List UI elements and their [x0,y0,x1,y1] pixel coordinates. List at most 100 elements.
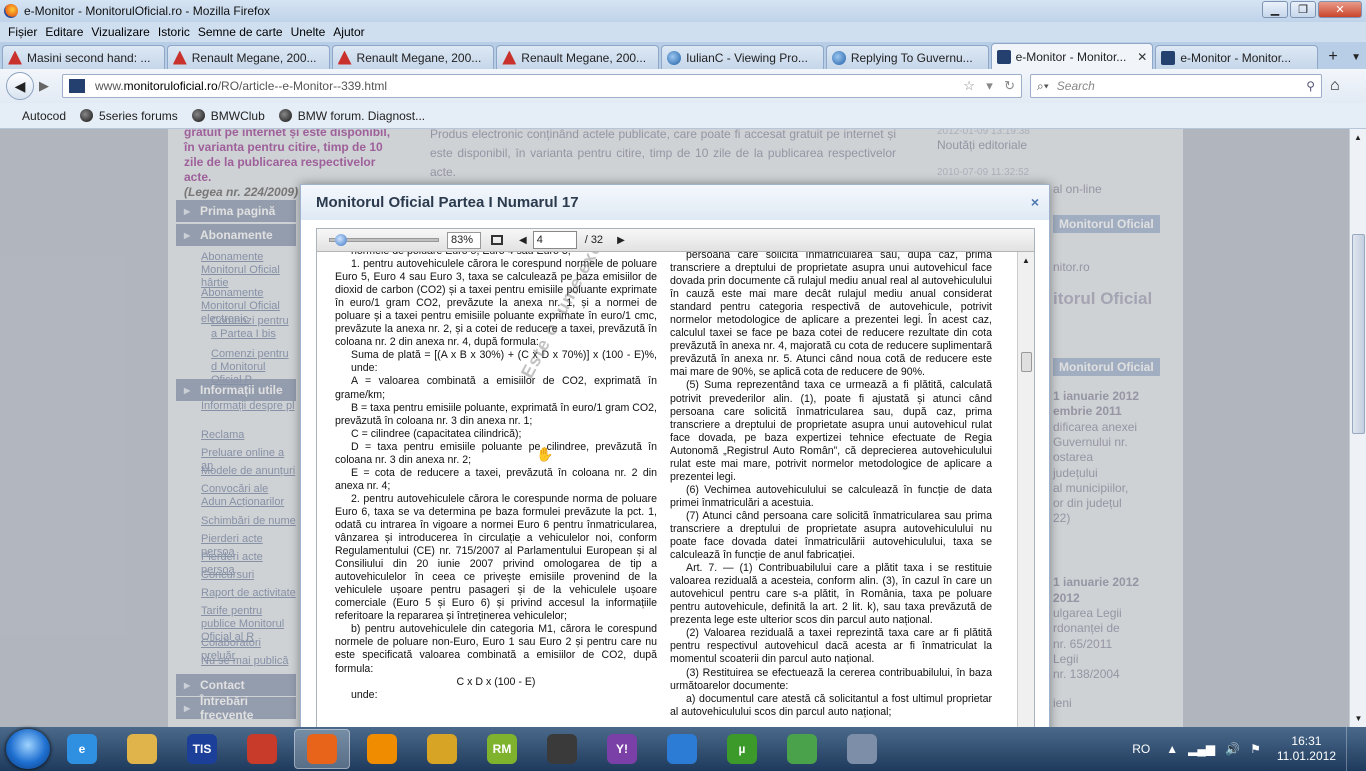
new-tab-button[interactable]: + [1320,45,1346,69]
taskbar-utorrent[interactable]: µ [714,729,770,769]
search-engine-icon[interactable]: ⌕▾ [1037,79,1049,94]
tab-label: Renault Megane, 200... [521,50,647,65]
language-indicator[interactable]: RO [1132,742,1150,756]
close-window-button[interactable]: ✕ [1318,1,1362,18]
taskbar-app-blue[interactable] [654,729,710,769]
dropdown-icon[interactable]: ▾ [986,78,993,93]
show-hidden-icons-icon[interactable]: ▲ [1166,742,1178,756]
menu-view[interactable]: Vizualizare [87,25,153,39]
clock[interactable]: 16:31 11.01.2012 [1277,734,1336,764]
next-page-icon[interactable]: ▶ [617,235,625,246]
tab-label: Replying To Guvernu... [850,50,973,65]
close-icon[interactable]: × [1031,194,1039,210]
volume-icon[interactable]: 🔊 [1225,742,1240,756]
arrow-right-icon: ▶ [39,78,49,93]
taskbar-file-explorer[interactable] [114,729,170,769]
page-count: / 32 [584,234,604,246]
bookmark-bmw-forum[interactable]: BMW forum. Diagnost... [278,109,425,123]
reload-icon[interactable]: ↻ [1004,78,1015,93]
tab-favicon-icon [667,50,682,65]
hand-cursor-icon: ✋ [536,446,554,462]
page-scrollbar[interactable]: ▲ ▼ [1349,129,1366,727]
taskbar-firefox[interactable] [294,729,350,769]
internet-explorer-icon: e [67,734,97,764]
taskbar-app-dark[interactable] [534,729,590,769]
previous-page-icon[interactable]: ◀ [519,235,527,246]
back-button[interactable]: ◀ [6,72,34,100]
home-icon[interactable]: ⌂ [1330,77,1340,95]
pdf-scroll-thumb[interactable] [1021,352,1032,372]
menu-bookmarks[interactable]: Semne de carte [194,25,287,39]
taskbar-tis[interactable]: TIS [174,729,230,769]
tab-3[interactable]: Renault Megane, 200... [496,45,660,69]
app-blue-icon [667,734,697,764]
pdf-paragraph: unde: [351,688,378,701]
bookmark-5series[interactable]: 5series forums [80,109,178,123]
scroll-down-icon[interactable]: ▼ [1350,710,1366,727]
calculator-icon [847,734,877,764]
tab-7[interactable]: e-Monitor - Monitor... [1155,45,1319,69]
tab-list-button[interactable]: ▼ [1346,45,1366,69]
tab-2[interactable]: Renault Megane, 200... [331,45,495,69]
restore-button[interactable]: ❐ [1290,1,1316,18]
search-icon[interactable]: ⚲ [1306,79,1315,93]
page-number-input[interactable]: 4 [532,231,577,249]
forward-button[interactable]: ▶ [34,78,54,94]
search-placeholder: Search [1056,79,1095,93]
pdf-scrollbar[interactable]: ▲ [1017,252,1034,748]
app-dark-icon [547,734,577,764]
search-box[interactable]: ⌕▾ Search ⚲ [1030,74,1322,98]
site-favicon-icon [69,79,85,93]
window-title: e-Monitor - MonitorulOficial.ro - Mozill… [24,4,271,18]
zoom-level[interactable]: 83% [447,231,481,249]
menu-tools[interactable]: Unelte [287,25,330,39]
taskbar-calculator[interactable] [834,729,890,769]
url-text[interactable]: www.monitoruloficial.ro/RO/article--e-Mo… [95,79,955,93]
pdf-paragraph: (3) Restituirea se efectuează la cererea… [670,666,992,692]
network-icon[interactable]: ▂▄▆ [1188,742,1215,756]
pdf-paragraph: C = cilindree (capacitatea cilindrică); [351,427,522,440]
bookmark-favicon-icon [278,109,292,122]
tab-1[interactable]: Renault Megane, 200... [166,45,330,69]
bookmark-star-icon[interactable]: ☆ [963,78,975,93]
flag-icon[interactable]: ⚑ [1250,742,1261,756]
scroll-up-icon[interactable]: ▲ [1018,252,1034,268]
pdf-paragraph: 2. pentru autovehiculele cărora le cores… [335,492,657,623]
pdf-paragraph: 1. pentru autovehiculele cărora le cores… [335,258,657,349]
taskbar-app-pen[interactable] [414,729,470,769]
pdf-paragraph: b) pentru autovehiculele din categoria M… [335,623,657,675]
taskbar-app-red[interactable] [234,729,290,769]
minimize-button[interactable]: ▁ [1262,1,1288,18]
tab-5[interactable]: Replying To Guvernu... [825,45,989,69]
close-tab-icon[interactable]: ✕ [1137,50,1147,64]
menu-history[interactable]: Istoric [154,25,194,39]
bookmark-autocod[interactable]: Autocod [22,109,66,123]
menu-help[interactable]: Ajutor [329,25,368,39]
menu-file[interactable]: Fișier [4,25,41,39]
page-scroll-thumb[interactable] [1352,234,1365,434]
start-button[interactable] [6,729,50,769]
tab-6[interactable]: e-Monitor - Monitor... ✕ [990,43,1154,69]
zoom-slider[interactable] [329,234,439,246]
tab-4[interactable]: IulianC - Viewing Pro... [661,45,824,69]
taskbar-rm[interactable]: RM [474,729,530,769]
fullscreen-icon[interactable] [491,235,503,245]
taskbar-yahoo-messenger[interactable]: Y! [594,729,650,769]
zoom-slider-handle[interactable] [334,234,347,246]
bookmark-bmwclub[interactable]: BMWClub [191,109,265,123]
vlc-icon [367,734,397,764]
scroll-up-icon[interactable]: ▲ [1350,129,1366,146]
menu-bar: Fișier Editare Vizualizare Istoric Semne… [0,22,1366,42]
file-explorer-icon [127,734,157,764]
yahoo-messenger-icon: Y! [607,734,637,764]
url-bar[interactable]: www.monitoruloficial.ro/RO/article--e-Mo… [62,74,1022,98]
tab-label: e-Monitor - Monitor... [1015,49,1127,64]
pdf-paragraph: (6) Vechimea autovehiculului se calculea… [670,483,992,509]
tab-0[interactable]: Masini second hand: ... [2,45,165,69]
taskbar-vlc[interactable] [354,729,410,769]
menu-edit[interactable]: Editare [41,25,87,39]
show-desktop-button[interactable] [1346,727,1358,771]
taskbar-app-green[interactable] [774,729,830,769]
taskbar-internet-explorer[interactable]: e [54,729,110,769]
pdf-page[interactable]: normele de poluare Euro 5, Euro 4 sau Eu… [317,252,1019,748]
